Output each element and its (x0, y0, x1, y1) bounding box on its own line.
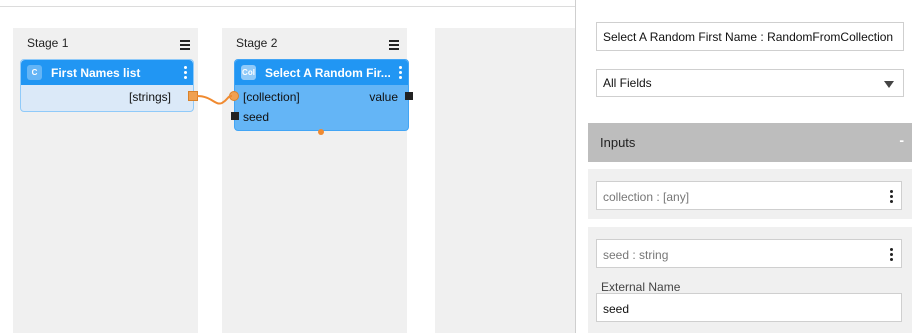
node-type-badge: C (27, 65, 42, 80)
output-port-label: [strings] (128, 90, 171, 104)
input-field-seed[interactable]: seed : string (596, 239, 902, 268)
output-port-value[interactable] (405, 92, 413, 100)
external-name-label: External Name (601, 280, 681, 294)
node-title: Select A Random Fir... (265, 66, 391, 80)
node-name-value: Select A Random First Name : RandomFromC… (603, 29, 894, 44)
input-card-collection: collection : [any] (588, 169, 912, 219)
node-first-names-list[interactable]: C First Names list [strings] (20, 59, 194, 112)
kebab-menu-icon[interactable] (890, 190, 893, 205)
kebab-menu-icon[interactable] (890, 248, 893, 263)
node-resize-handle[interactable] (318, 129, 324, 135)
input-port-collection[interactable] (229, 91, 239, 101)
input-port-seed[interactable] (231, 112, 239, 120)
external-name-input[interactable]: seed (596, 293, 902, 322)
node-select-random[interactable]: Col Select A Random Fir... [collection] … (234, 59, 409, 131)
node-title: First Names list (51, 66, 141, 80)
node-type-badge: Col (241, 65, 256, 80)
input-field-label: collection : [any] (603, 190, 690, 204)
output-port-label: value (369, 90, 398, 104)
inputs-section-header[interactable]: Inputs - (588, 123, 912, 162)
stage-title: Stage 2 (236, 36, 278, 50)
input-field-collection[interactable]: collection : [any] (596, 181, 902, 210)
input-card-seed: seed : string External Name seed (588, 227, 912, 333)
input-port-label: [collection] (243, 90, 300, 104)
dropdown-arrow-icon (884, 81, 894, 88)
external-name-value: seed (603, 302, 630, 316)
fields-filter-value: All Fields (603, 76, 652, 90)
kebab-menu-icon[interactable] (184, 66, 187, 81)
collapse-icon[interactable]: - (899, 132, 904, 148)
properties-panel: Select A Random First Name : RandomFromC… (575, 0, 923, 333)
output-port-strings[interactable] (188, 91, 198, 101)
input-port-label: seed (243, 110, 270, 124)
flow-canvas[interactable]: Stage 1 Stage 2 (0, 7, 575, 333)
kebab-menu-icon[interactable] (399, 66, 402, 81)
fields-filter-select[interactable]: All Fields (596, 69, 904, 97)
hamburger-menu-icon[interactable] (389, 40, 399, 50)
inputs-section-title: Inputs (600, 135, 636, 150)
node-name-field[interactable]: Select A Random First Name : RandomFromC… (596, 22, 904, 51)
node-header[interactable]: Col Select A Random Fir... (235, 60, 408, 85)
hamburger-menu-icon[interactable] (180, 40, 190, 50)
node-header[interactable]: C First Names list (21, 60, 193, 85)
input-field-label: seed : string (603, 248, 669, 262)
stage-title: Stage 1 (27, 36, 69, 50)
stage-empty-area[interactable] (435, 28, 575, 333)
